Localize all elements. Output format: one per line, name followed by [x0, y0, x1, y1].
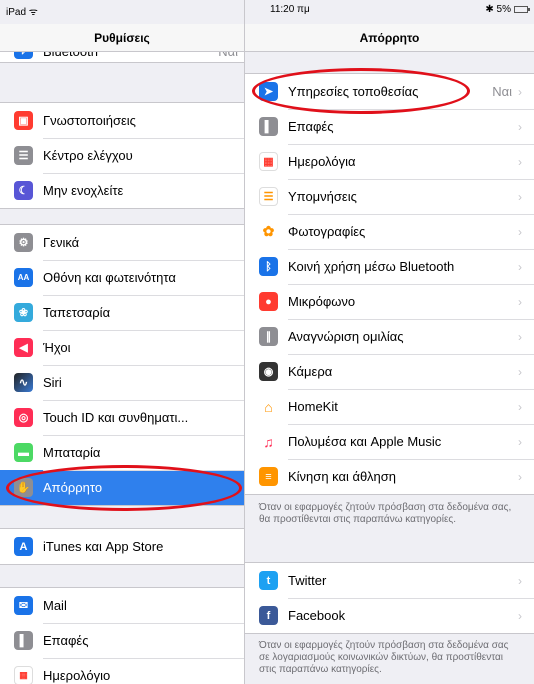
- privacy-item-photos[interactable]: ✿ Φωτογραφίες ›: [245, 214, 534, 249]
- chevron-right-icon: ›: [518, 573, 522, 588]
- microphone-icon: ●: [259, 292, 278, 311]
- contacts-icon: ▌: [259, 117, 278, 136]
- sidebar-item-privacy[interactable]: ✋ Απόρρητο: [0, 470, 244, 505]
- sidebar-group-2: ⚙ Γενικά AA Οθόνη και φωτεινότητα ❀ Ταπε…: [0, 224, 244, 506]
- wallpaper-icon: ❀: [14, 303, 33, 322]
- chevron-right-icon: ›: [518, 329, 522, 344]
- privacy-social-note: Όταν οι εφαρμογές ζητούν πρόσβαση στα δε…: [259, 640, 509, 675]
- privacy-item-reminders[interactable]: ☰ Υπομνήσεις ›: [245, 179, 534, 214]
- calendar-icon: ▦: [14, 666, 33, 684]
- battery-icon: [514, 6, 530, 13]
- camera-icon: ◉: [259, 362, 278, 381]
- location-arrow-icon: ➤: [259, 82, 278, 101]
- chevron-right-icon: ›: [518, 364, 522, 379]
- fingerprint-icon: ◎: [14, 408, 33, 427]
- status-time: 11:20 πμ: [270, 4, 310, 15]
- chevron-right-icon: ›: [518, 434, 522, 449]
- privacy-item-microphone[interactable]: ● Μικρόφωνο ›: [245, 284, 534, 319]
- reminders-icon: ☰: [259, 187, 278, 206]
- sidebar-item-itunes-app-store[interactable]: A iTunes και App Store: [0, 529, 244, 564]
- privacy-item-speech-recognition[interactable]: ∥ Αναγνώριση ομιλίας ›: [245, 319, 534, 354]
- sidebar-group-3: A iTunes και App Store: [0, 528, 244, 565]
- battery-status: ✱ 5%: [485, 4, 530, 15]
- control-center-icon: ☰: [14, 146, 33, 165]
- contacts-icon: ▌: [14, 631, 33, 650]
- sidebar-item-mail[interactable]: ✉ Mail: [0, 588, 244, 623]
- sidebar-item-display-brightness[interactable]: AA Οθόνη και φωτεινότητα: [0, 260, 244, 295]
- twitter-icon: t: [259, 571, 278, 590]
- sidebar-item-general[interactable]: ⚙ Γενικά: [0, 225, 244, 260]
- bluetooth-icon: ᛒ: [259, 257, 278, 276]
- privacy-item-media-apple-music[interactable]: ♫ Πολυμέσα και Apple Music ›: [245, 424, 534, 459]
- sidebar-item-calendar[interactable]: ▦ Ημερολόγιο: [0, 658, 244, 684]
- motion-icon: ≡: [259, 467, 278, 486]
- sidebar-group-1: ▣ Γνωστοποιήσεις ☰ Κέντρο ελέγχου ☾ Μην …: [0, 102, 244, 209]
- privacy-item-calendars[interactable]: ▦ Ημερολόγια ›: [245, 144, 534, 179]
- app-store-icon: A: [14, 537, 33, 556]
- calendar-icon: ▦: [259, 152, 278, 171]
- sidebar-item-contacts[interactable]: ▌ Επαφές: [0, 623, 244, 658]
- privacy-apps-note: Όταν οι εφαρμογές ζητούν πρόσβαση στα δε…: [259, 502, 512, 525]
- siri-icon: ∿: [14, 373, 33, 392]
- privacy-item-location-services[interactable]: ➤ Υπηρεσίες τοποθεσίας Ναι ›: [245, 74, 534, 109]
- sidebar-item-touch-id[interactable]: ◎ Touch ID και συνθηματι...: [0, 400, 244, 435]
- notifications-icon: ▣: [14, 111, 33, 130]
- privacy-item-contacts[interactable]: ▌ Επαφές ›: [245, 109, 534, 144]
- privacy-detail-pane: Απόρρητο ➤ Υπηρεσίες τοποθεσίας Ναι › ▌ …: [245, 0, 534, 684]
- music-note-icon: ♫: [259, 432, 278, 451]
- sidebar-item-sounds[interactable]: ◀ Ήχοι: [0, 330, 244, 365]
- chevron-right-icon: ›: [518, 399, 522, 414]
- privacy-item-twitter[interactable]: t Twitter ›: [245, 563, 534, 598]
- chevron-right-icon: ›: [518, 469, 522, 484]
- privacy-item-motion-fitness[interactable]: ≡ Κίνηση και άθληση ›: [245, 459, 534, 494]
- photos-icon: ✿: [259, 222, 278, 241]
- ipad-settings-screen: Ρυθμίσεις ᛒ Bluetooth Ναι ▣ Γνωστοποιήσε…: [0, 0, 534, 684]
- gear-icon: ⚙: [14, 233, 33, 252]
- privacy-item-camera[interactable]: ◉ Κάμερα ›: [245, 354, 534, 389]
- chevron-right-icon: ›: [518, 224, 522, 239]
- privacy-group-apps: ➤ Υπηρεσίες τοποθεσίας Ναι › ▌ Επαφές › …: [245, 73, 534, 495]
- sidebar-item-wallpaper[interactable]: ❀ Ταπετσαρία: [0, 295, 244, 330]
- chevron-right-icon: ›: [518, 189, 522, 204]
- privacy-item-facebook[interactable]: f Facebook ›: [245, 598, 534, 633]
- sidebar-item-notifications[interactable]: ▣ Γνωστοποιήσεις: [0, 103, 244, 138]
- home-icon: ⌂: [259, 397, 278, 416]
- sidebar-group-4: ✉ Mail ▌ Επαφές ▦ Ημερολόγιο: [0, 587, 244, 684]
- facebook-icon: f: [259, 606, 278, 625]
- privacy-group-social: t Twitter › f Facebook ›: [245, 562, 534, 634]
- chevron-right-icon: ›: [518, 154, 522, 169]
- status-bar: iPad ᯤ 11:20 πμ ✱ 5%: [0, 0, 534, 24]
- chevron-right-icon: ›: [518, 84, 522, 99]
- chevron-right-icon: ›: [518, 119, 522, 134]
- sidebar-item-siri[interactable]: ∿ Siri: [0, 365, 244, 400]
- display-icon: AA: [14, 268, 33, 287]
- sidebar-item-control-center[interactable]: ☰ Κέντρο ελέγχου: [0, 138, 244, 173]
- sounds-icon: ◀: [14, 338, 33, 357]
- page-title: Απόρρητο: [245, 24, 534, 52]
- privacy-item-homekit[interactable]: ⌂ HomeKit ›: [245, 389, 534, 424]
- mail-icon: ✉: [14, 596, 33, 615]
- speech-waveform-icon: ∥: [259, 327, 278, 346]
- sidebar-item-battery[interactable]: ▬ Μπαταρία: [0, 435, 244, 470]
- sidebar-title: Ρυθμίσεις: [0, 24, 244, 52]
- settings-sidebar: Ρυθμίσεις ᛒ Bluetooth Ναι ▣ Γνωστοποιήσε…: [0, 0, 244, 684]
- privacy-item-bluetooth-sharing[interactable]: ᛒ Κοινή χρήση μέσω Bluetooth ›: [245, 249, 534, 284]
- chevron-right-icon: ›: [518, 608, 522, 623]
- moon-icon: ☾: [14, 181, 33, 200]
- device-wifi-label: iPad ᯤ: [6, 7, 38, 18]
- chevron-right-icon: ›: [518, 259, 522, 274]
- battery-icon: ▬: [14, 443, 33, 462]
- sidebar-item-do-not-disturb[interactable]: ☾ Μην ενοχλείτε: [0, 173, 244, 208]
- hand-icon: ✋: [14, 478, 33, 497]
- chevron-right-icon: ›: [518, 294, 522, 309]
